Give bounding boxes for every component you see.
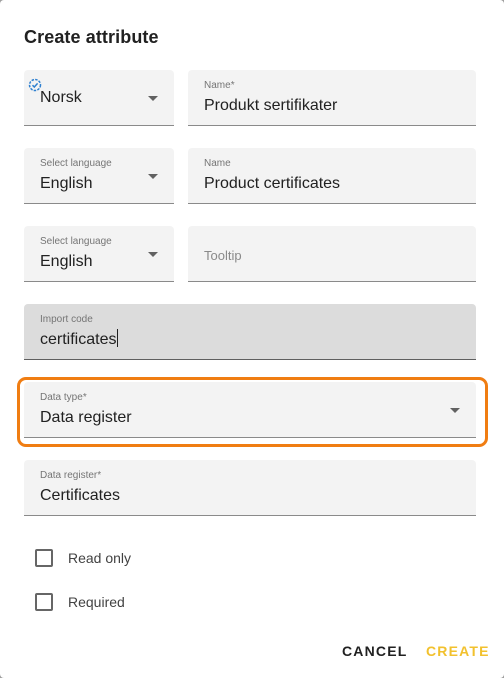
create-attribute-dialog: Create attribute Norsk Name* Produkt ser… [0,0,504,678]
required-label: Required [68,594,125,610]
import-code-label: Import code [40,314,93,325]
tooltip-field[interactable]: Tooltip [188,226,476,282]
read-only-checkbox[interactable] [35,549,53,567]
import-code-value: certificates [40,329,119,348]
name-field-norsk[interactable]: Name* Produkt sertifikater [188,70,476,126]
name-label: Name [204,158,231,169]
language-label: Select language [40,236,112,247]
language-value: English [40,253,93,270]
name-value: Product certificates [204,175,341,192]
language-label: Select language [40,158,112,169]
data-type-highlight-box [17,377,488,447]
import-code-input[interactable]: Import code certificates [24,304,476,360]
language-value: English [40,175,93,192]
tooltip-placeholder: Tooltip [204,248,242,263]
language-select-english-2[interactable]: Select language English [24,226,174,282]
name-field-english[interactable]: Name Product certificates [188,148,476,204]
language-select-norsk[interactable]: Norsk [24,70,174,126]
create-button[interactable]: CREATE [426,643,490,659]
dialog-title: Create attribute [24,27,159,47]
text-cursor [117,329,119,347]
chevron-down-icon[interactable] [148,174,158,179]
language-select-english-1[interactable]: Select language English [24,148,174,204]
language-value: Norsk [40,89,82,106]
read-only-label: Read only [68,550,132,566]
name-label: Name* [204,80,235,91]
chevron-down-icon[interactable] [148,252,158,257]
required-checkbox[interactable] [35,593,53,611]
data-register-field[interactable]: Data register* Certificates [24,460,476,516]
name-value: Produkt sertifikater [204,97,338,114]
data-register-value: Certificates [40,487,121,504]
data-register-label: Data register* [40,470,102,481]
chevron-down-icon[interactable] [148,96,158,101]
cancel-button[interactable]: CANCEL [342,643,408,659]
